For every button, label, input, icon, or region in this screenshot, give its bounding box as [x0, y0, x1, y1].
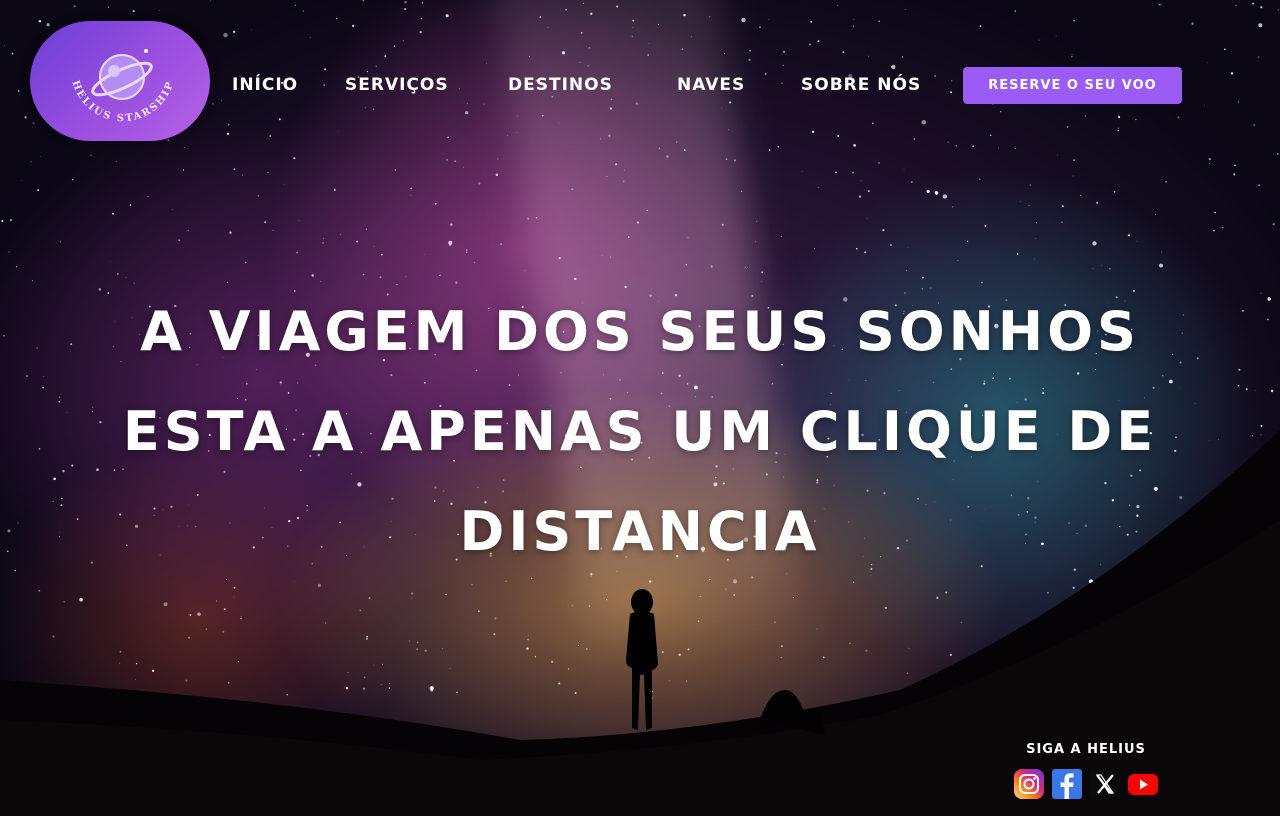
nav-item-sobre-nos[interactable]: Sobre Nós	[801, 67, 921, 104]
nav-item-destinos[interactable]: Destinos	[508, 67, 613, 104]
person-silhouette	[626, 589, 658, 730]
facebook-icon[interactable]	[1052, 769, 1082, 799]
hero-section: HELIUS STARSHIP Início Serviços Destinos…	[0, 0, 1280, 816]
reserve-flight-button[interactable]: Reserve o seu voo	[963, 67, 1182, 104]
instagram-icon[interactable]	[1014, 769, 1044, 799]
x-icon[interactable]	[1090, 769, 1120, 799]
youtube-icon[interactable]	[1128, 769, 1158, 799]
hero-title: A viagem dos seus sonhos esta a apenas u…	[122, 300, 1158, 563]
brand-logo[interactable]: HELIUS STARSHIP	[30, 21, 210, 141]
social-links: Siga a Helius	[1010, 742, 1170, 799]
nav-item-servicos[interactable]: Serviços	[345, 67, 449, 104]
nav-item-inicio[interactable]: Início	[232, 67, 298, 104]
nav-item-naves[interactable]: Naves	[677, 67, 745, 104]
social-label: Siga a Helius	[1026, 742, 1146, 757]
